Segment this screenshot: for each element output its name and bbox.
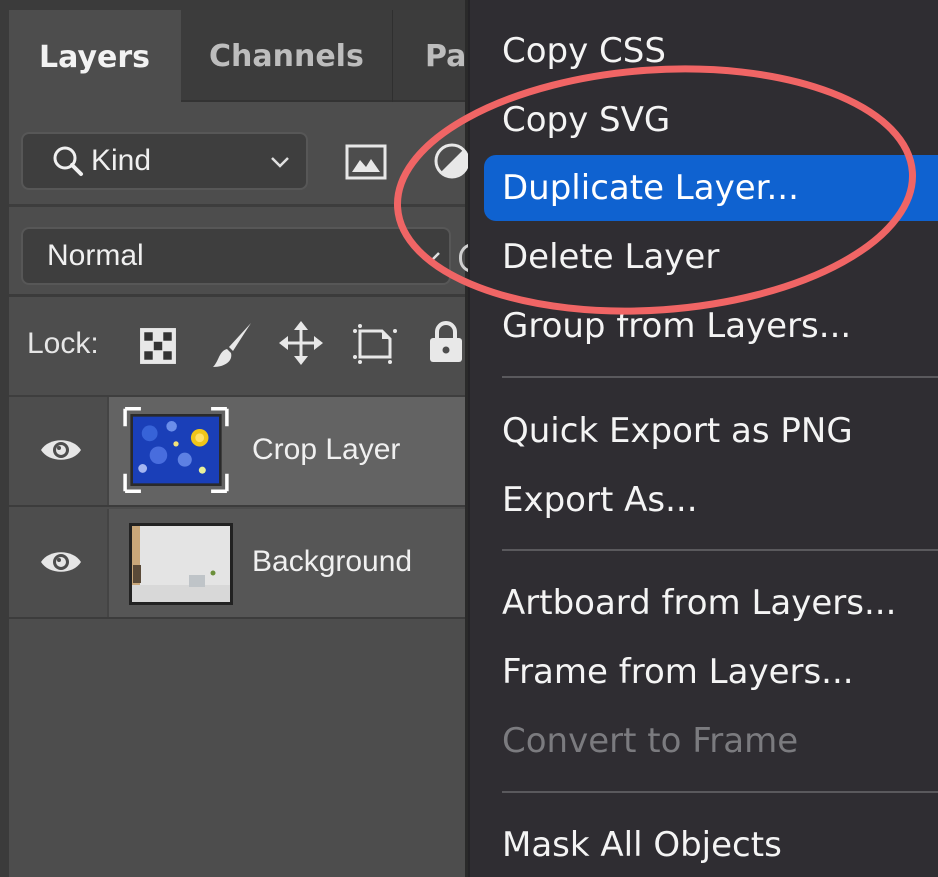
layer-context-menu: Copy CSS Copy SVG Duplicate Layer... Del…: [468, 0, 938, 877]
layer-row-crop-layer[interactable]: Crop Layer: [9, 397, 465, 507]
lock-image-pixels-icon[interactable]: [211, 321, 255, 369]
layer-thumbnail-starry-night: [123, 407, 229, 493]
menu-item-quick-export-png[interactable]: Quick Export as PNG: [484, 400, 938, 462]
layer-filter-row: Kind: [9, 102, 470, 207]
menu-separator: [502, 376, 938, 378]
lock-label: Lock:: [27, 327, 99, 360]
blend-mode-select[interactable]: Normal: [21, 227, 451, 285]
menu-item-copy-css[interactable]: Copy CSS: [484, 20, 938, 82]
menu-separator: [502, 549, 938, 551]
menu-item-group-from-layers[interactable]: Group from Layers...: [484, 295, 938, 357]
lock-transparent-pixels-icon[interactable]: [139, 327, 177, 365]
tab-paths[interactable]: Pa: [395, 10, 475, 102]
panel-tab-bar: Channels Pa Layers: [9, 10, 466, 104]
visibility-toggle[interactable]: [9, 509, 109, 617]
lock-position-icon[interactable]: [279, 321, 323, 365]
menu-separator: [502, 791, 938, 793]
filter-kind-label: Kind: [91, 144, 152, 177]
menu-item-export-as[interactable]: Export As...: [484, 469, 938, 531]
menu-item-mask-all-objects[interactable]: Mask All Objects: [484, 814, 938, 876]
adjustment-filter-icon[interactable]: [433, 142, 471, 180]
panel-top-border: [9, 0, 465, 10]
blend-mode-value: Normal: [47, 239, 144, 272]
menu-item-convert-to-frame: Convert to Frame: [502, 721, 799, 761]
layer-row-background[interactable]: Background: [9, 509, 465, 619]
layer-name: Background: [252, 545, 413, 578]
layers-panel: Channels Pa Layers Kind Normal Lock: Cro…: [0, 0, 479, 877]
filter-kind-select[interactable]: Kind: [21, 132, 308, 190]
chevron-down-icon: [271, 157, 289, 168]
chevron-down-icon: [422, 252, 440, 263]
search-icon: [53, 146, 83, 176]
visibility-toggle[interactable]: [9, 397, 109, 505]
lock-row: Lock:: [9, 297, 465, 397]
menu-item-frame-from-layers[interactable]: Frame from Layers...: [484, 641, 938, 703]
blend-mode-row: Normal: [9, 207, 479, 297]
layer-name: Crop Layer: [252, 433, 401, 466]
lock-all-icon[interactable]: [429, 321, 463, 363]
layer-thumbnail-background: [129, 523, 233, 605]
menu-item-artboard-from-layers[interactable]: Artboard from Layers...: [484, 572, 938, 634]
lock-artboard-icon[interactable]: [352, 323, 398, 365]
eye-icon: [41, 440, 81, 460]
eye-icon: [41, 552, 81, 572]
menu-item-copy-svg[interactable]: Copy SVG: [484, 89, 938, 151]
tab-layers[interactable]: Layers: [9, 10, 181, 104]
menu-item-delete-layer[interactable]: Delete Layer: [484, 226, 938, 288]
menu-item-duplicate-layer[interactable]: Duplicate Layer...: [484, 155, 938, 221]
image-filter-icon[interactable]: [345, 144, 387, 180]
tab-channels[interactable]: Channels: [181, 10, 393, 102]
